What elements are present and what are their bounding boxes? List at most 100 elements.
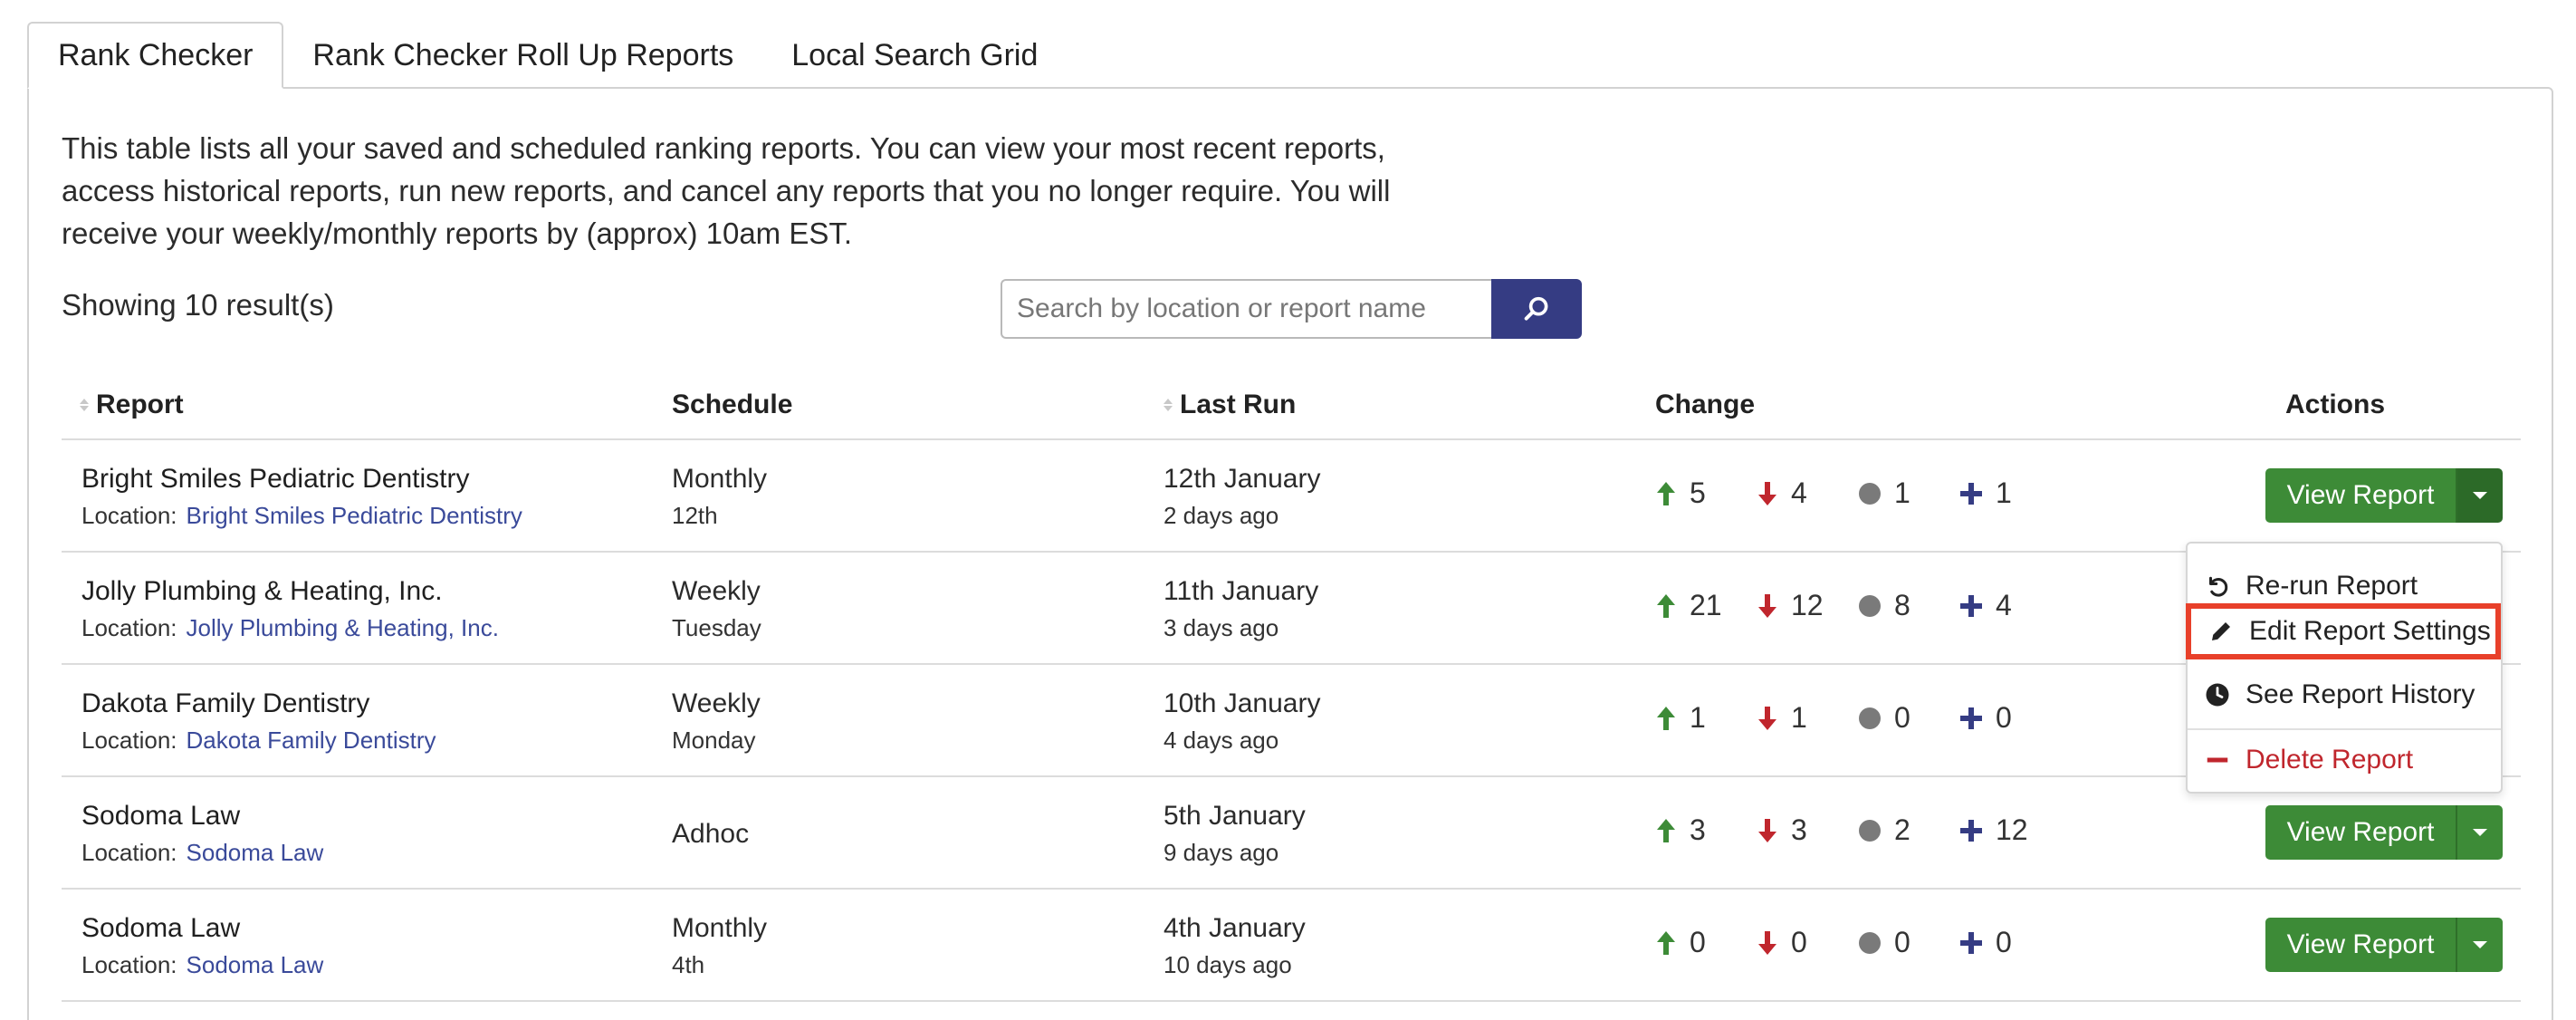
schedule-detail: Monday xyxy=(672,727,756,754)
chevron-down-icon xyxy=(2473,829,2487,836)
report-cell: Bright Smiles Pediatric Dentistry Locati… xyxy=(81,464,522,530)
change-value: 12 xyxy=(1791,589,1824,621)
location-link[interactable]: Jolly Plumbing & Heating, Inc. xyxy=(187,614,499,641)
delete-report-menu-item[interactable]: Delete Report xyxy=(2188,732,2501,788)
edit-report-settings-menu-item[interactable]: Edit Report Settings xyxy=(2186,603,2501,659)
change-value: 0 xyxy=(1894,926,1910,958)
change-same: 1 xyxy=(1858,476,1959,510)
schedule-cell: Adhoc xyxy=(672,819,749,850)
arrow-down-icon xyxy=(1758,481,1776,505)
change-value: 3 xyxy=(1690,813,1706,846)
search-input[interactable] xyxy=(1001,279,1491,339)
change-cell: 5 4 1 1 xyxy=(1655,476,2032,510)
actions-dropdown-toggle[interactable] xyxy=(2456,918,2503,972)
arrow-down-icon xyxy=(1758,818,1776,842)
column-label: Schedule xyxy=(672,390,793,419)
table-row: Bright Smiles Pediatric Dentistry Locati… xyxy=(62,440,2521,553)
actions-group: View Report xyxy=(2265,805,2503,860)
report-name: Sodoma Law xyxy=(81,913,241,943)
change-up: 3 xyxy=(1655,813,1757,847)
change-value: 1 xyxy=(1894,476,1910,509)
last-run-cell: 12th January 2 days ago xyxy=(1164,464,1320,530)
change-value: 0 xyxy=(1996,701,2012,734)
change-value: 1 xyxy=(1996,476,2012,509)
report-name: Sodoma Law xyxy=(81,801,241,831)
table-row: Sodoma Law Location: Sodoma Law Adhoc 5th… xyxy=(62,777,2521,890)
view-report-button[interactable]: View Report xyxy=(2265,468,2456,523)
schedule-cell: Monthly 12th xyxy=(672,464,767,530)
report-location: Location: Sodoma Law xyxy=(81,951,323,979)
location-link[interactable]: Bright Smiles Pediatric Dentistry xyxy=(187,502,522,529)
arrow-up-icon xyxy=(1657,818,1675,842)
chevron-down-icon xyxy=(2473,941,2487,948)
menu-item-label: Re-run Report xyxy=(2246,571,2418,601)
arrow-up-icon xyxy=(1657,593,1675,618)
rerun-icon xyxy=(2209,576,2228,597)
circle-icon xyxy=(1859,482,1881,505)
change-value: 1 xyxy=(1690,701,1706,734)
search-bar xyxy=(1001,279,1582,339)
report-cell: Sodoma Law Location: Sodoma Law xyxy=(81,913,323,979)
see-report-history-menu-item[interactable]: See Report History xyxy=(2188,667,2501,723)
plus-icon xyxy=(1960,594,1982,617)
location-label: Location: xyxy=(81,839,177,866)
table-row: Jolly Plumbing & Heating, Inc. Location:… xyxy=(62,553,2521,665)
location-link[interactable]: Dakota Family Dentistry xyxy=(187,727,436,754)
schedule-cell: Monthly 4th xyxy=(672,913,767,979)
change-value: 0 xyxy=(1894,701,1910,734)
change-value: 21 xyxy=(1690,589,1722,621)
circle-icon xyxy=(1859,594,1881,617)
menu-item-label: Edit Report Settings xyxy=(2249,616,2491,646)
last-run-date: 4th January xyxy=(1164,913,1306,943)
menu-item-label: See Report History xyxy=(2246,679,2475,709)
result-count: Showing 10 result(s) xyxy=(62,288,334,322)
last-run-cell: 11th January 3 days ago xyxy=(1164,576,1318,642)
arrow-up-icon xyxy=(1657,930,1675,955)
change-up: 1 xyxy=(1655,701,1757,735)
location-label: Location: xyxy=(81,727,177,754)
change-cell: 3 3 2 12 xyxy=(1655,813,2032,847)
tab-rank-checker-roll-up-reports[interactable]: Rank Checker Roll Up Reports xyxy=(283,22,762,89)
column-header-report[interactable]: Report xyxy=(80,390,184,420)
column-label: Last Run xyxy=(1180,390,1297,419)
location-link[interactable]: Sodoma Law xyxy=(187,951,324,978)
table-header: Report Schedule Last Run Change Actions xyxy=(62,379,2521,440)
actions-group: View Report xyxy=(2265,468,2503,523)
location-link[interactable]: Sodoma Law xyxy=(187,839,324,866)
change-up: 5 xyxy=(1655,476,1757,510)
change-value: 5 xyxy=(1690,476,1706,509)
report-name: Jolly Plumbing & Heating, Inc. xyxy=(81,576,443,606)
tab-local-search-grid[interactable]: Local Search Grid xyxy=(762,22,1067,89)
change-same: 8 xyxy=(1858,589,1959,622)
view-report-button[interactable]: View Report xyxy=(2265,918,2456,972)
last-run-date: 11th January xyxy=(1164,576,1319,606)
report-cell: Dakota Family Dentistry Location: Dakota … xyxy=(81,688,436,755)
arrow-down-icon xyxy=(1758,706,1776,730)
plus-icon xyxy=(1960,482,1982,505)
tab-rank-checker[interactable]: Rank Checker xyxy=(27,22,284,89)
change-value: 0 xyxy=(1996,926,2012,958)
change-down: 12 xyxy=(1757,589,1858,622)
last-run-ago: 2 days ago xyxy=(1164,502,1279,529)
search-button[interactable] xyxy=(1491,279,1582,339)
change-value: 8 xyxy=(1894,589,1910,621)
view-report-button[interactable]: View Report xyxy=(2265,805,2456,860)
report-name: Bright Smiles Pediatric Dentistry xyxy=(81,464,470,494)
arrow-up-icon xyxy=(1657,481,1675,505)
column-header-last-run[interactable]: Last Run xyxy=(1164,390,1296,420)
menu-item-label: Delete Report xyxy=(2246,745,2414,775)
column-header-actions: Actions xyxy=(2285,390,2385,420)
last-run-date: 12th January xyxy=(1164,464,1321,494)
circle-icon xyxy=(1859,819,1881,842)
chevron-down-icon xyxy=(2473,492,2487,499)
actions-dropdown-toggle[interactable] xyxy=(2456,805,2503,860)
report-name: Dakota Family Dentistry xyxy=(81,688,370,718)
report-location: Location: Sodoma Law xyxy=(81,839,323,867)
change-up: 0 xyxy=(1655,926,1757,959)
change-value: 2 xyxy=(1894,813,1910,846)
actions-dropdown-menu: Re-run Report Edit Report Settings See R… xyxy=(2186,542,2503,794)
actions-dropdown-toggle[interactable] xyxy=(2456,468,2503,523)
last-run-cell: 5th January 9 days ago xyxy=(1164,801,1306,867)
arrow-down-icon xyxy=(1758,930,1776,955)
minus-icon xyxy=(2207,757,2228,763)
